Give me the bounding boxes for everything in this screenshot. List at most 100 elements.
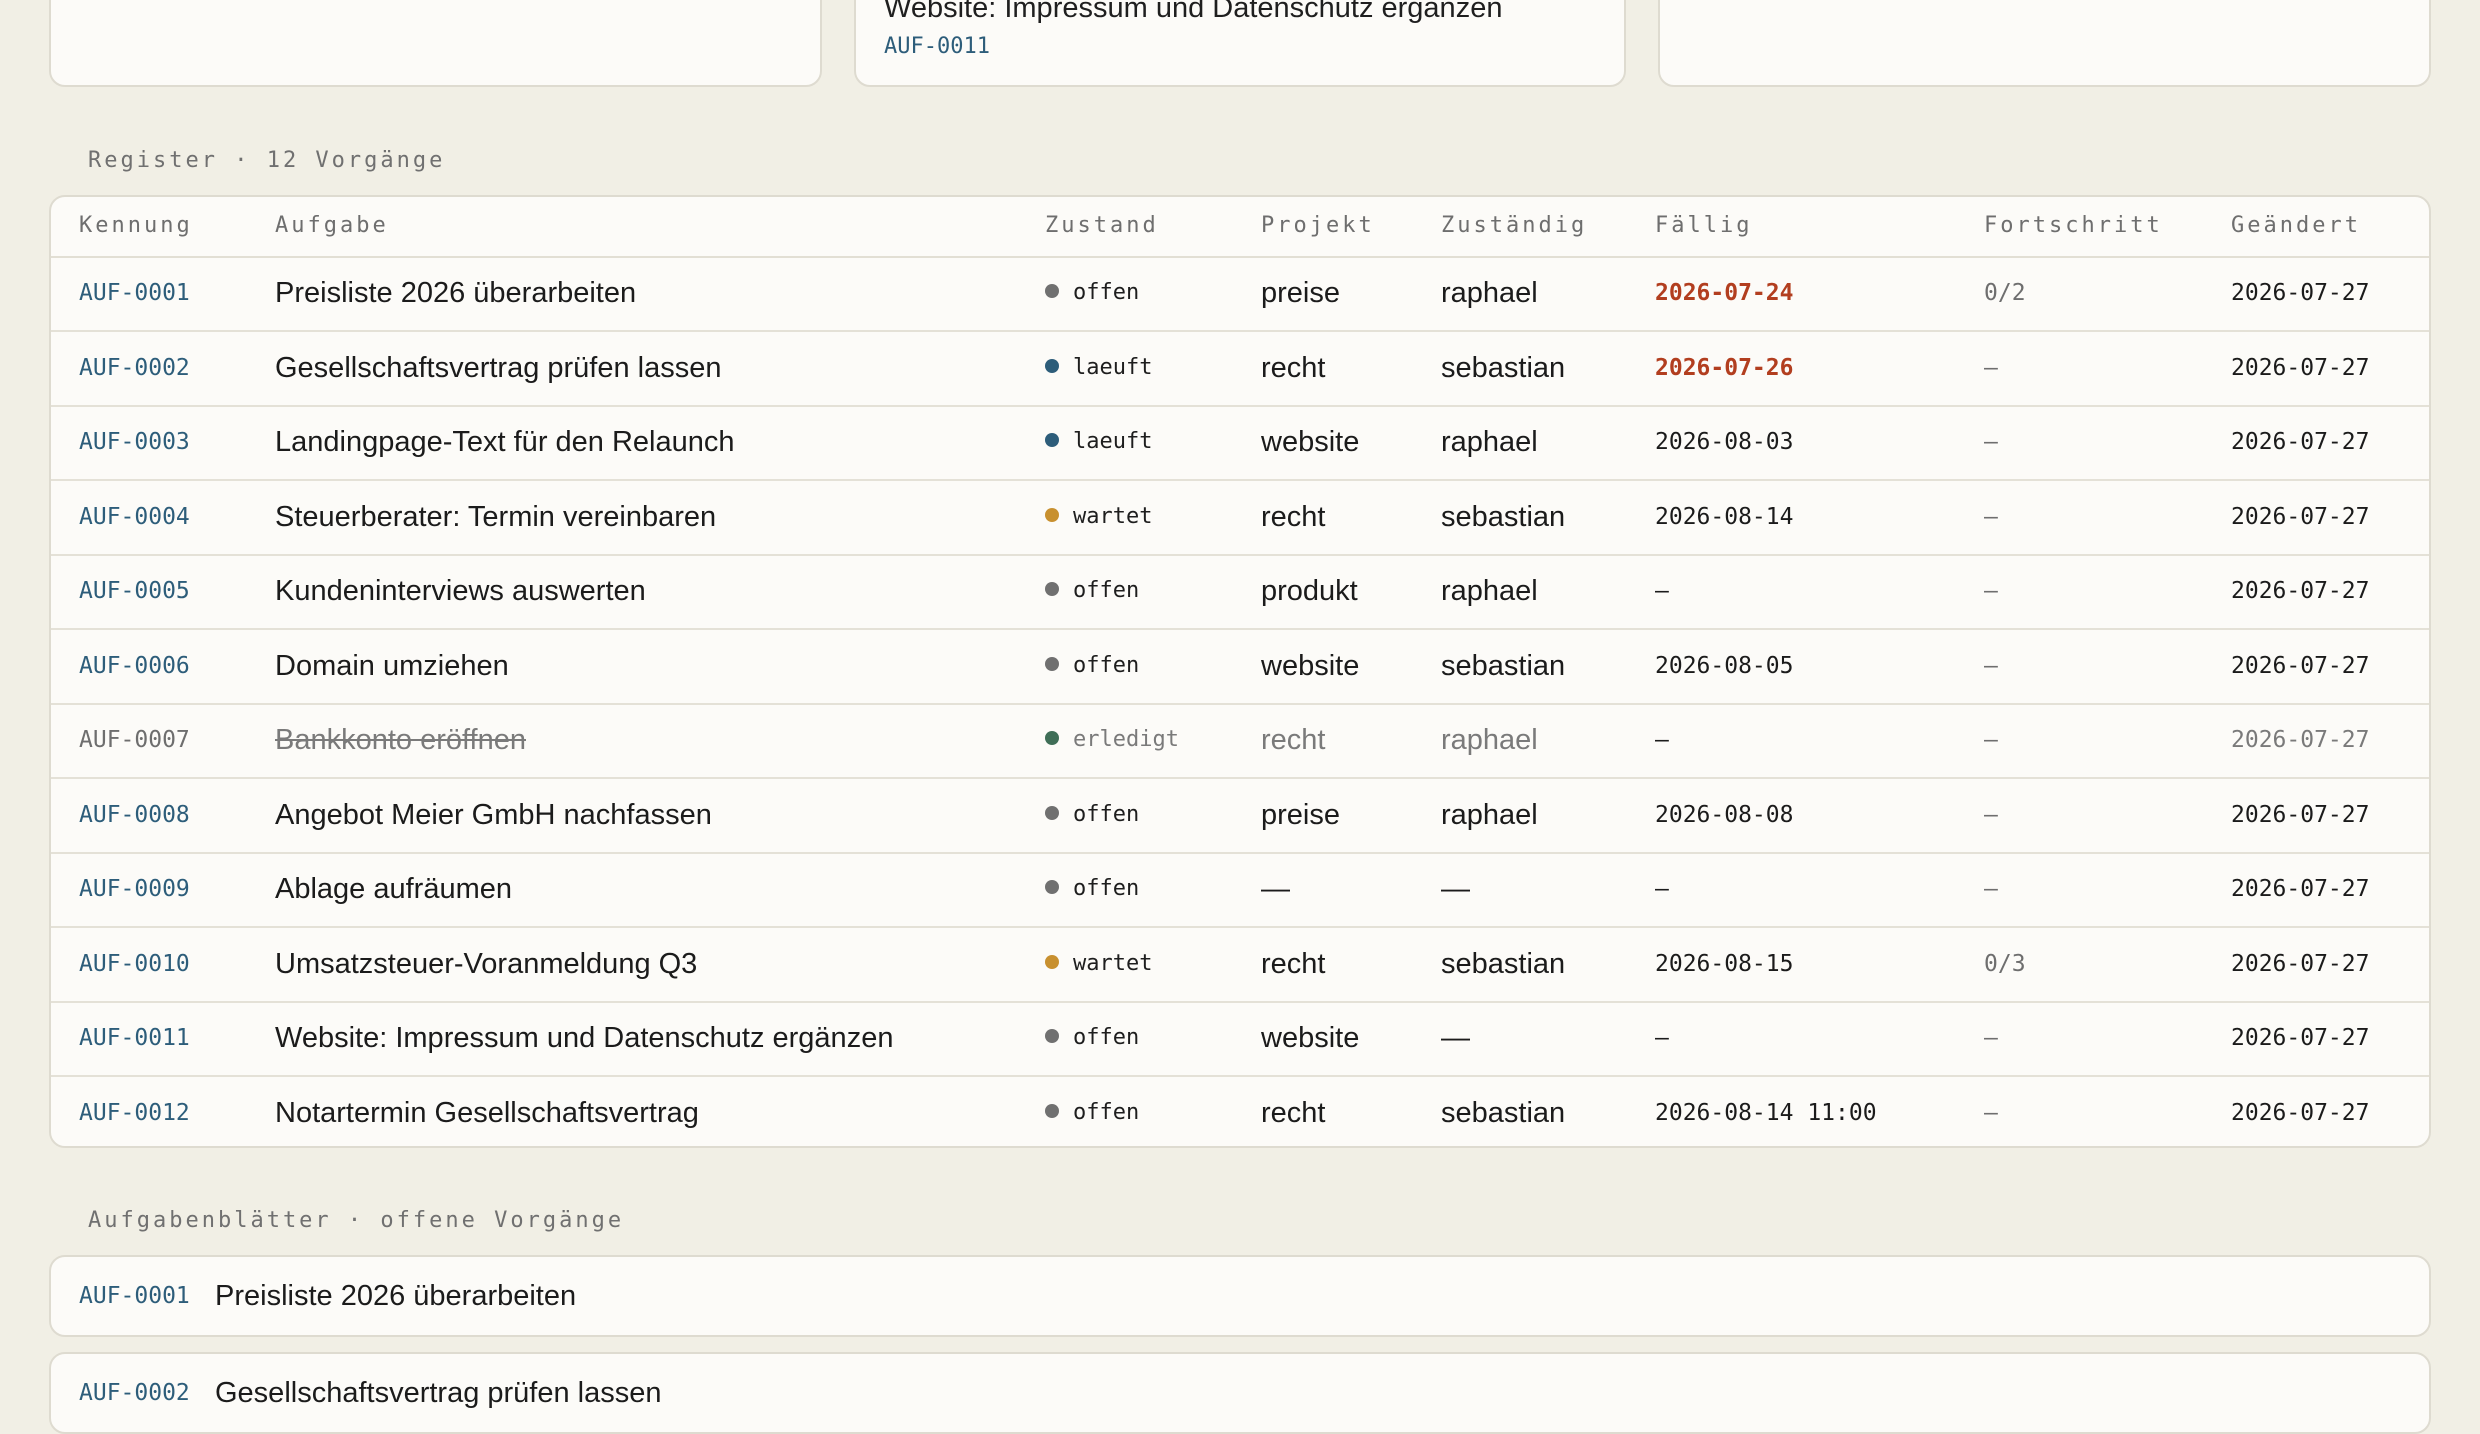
status-badge: offen (1045, 778, 1139, 852)
due-date: 2026-07-26 (1655, 354, 1794, 381)
status-dot-icon (1045, 656, 1059, 671)
task-card-id[interactable]: AUF-0011 (884, 34, 990, 59)
status-label: offen (1073, 1099, 1140, 1125)
table-row[interactable]: AUF-0002 Gesellschaftsvertrag prüfen lass… (51, 331, 2429, 407)
task-id-link[interactable]: AUF-0008 (79, 778, 190, 852)
status-dot-icon (1045, 1029, 1059, 1043)
status-dot-icon (1045, 954, 1059, 969)
table-row[interactable]: AUF-0007 Bankkonto eröffnen erledigt recht r… (51, 703, 2429, 779)
task-title[interactable]: Preisliste 2026 überarbeiten (275, 256, 636, 330)
status-label: offen (1073, 578, 1140, 603)
task-id-link[interactable]: AUF-0007 (79, 703, 190, 777)
status-badge: offen (1045, 1076, 1140, 1147)
column-header-aufgabe[interactable]: Aufgabe (275, 213, 389, 238)
due-date: 2026-08-03 (1655, 429, 1794, 455)
project-cell: website (1261, 649, 1360, 682)
task-id-link[interactable]: AUF-0004 (79, 480, 190, 554)
progress-cell: 0/2 (1984, 280, 2026, 306)
changed-date: 2026-07-27 (2231, 578, 2370, 604)
owner-cell: sebastian (1441, 351, 1566, 384)
due-date: 2026-07-24 (1655, 280, 1794, 306)
table-row[interactable]: AUF-0006 Domain umziehen offen website sebas… (51, 629, 2429, 705)
status-badge: offen (1045, 554, 1139, 628)
task-title[interactable]: Angebot Meier GmbH nachfassen (275, 778, 712, 852)
status-label: offen (1073, 876, 1140, 901)
task-title[interactable]: Website: Impressum und Datenschutz ergän… (275, 1001, 893, 1075)
task-title[interactable]: Landingpage-Text für den Relaunch (275, 405, 735, 479)
status-dot-icon (1045, 582, 1059, 596)
column-header-kennung[interactable]: Kennung (79, 213, 193, 238)
task-id-link[interactable]: AUF-0009 (79, 852, 190, 926)
owner-cell: sebastian (1441, 947, 1566, 980)
column-header-zustaendig[interactable]: Zuständig (1441, 213, 1587, 238)
project-cell: recht (1261, 1096, 1326, 1129)
task-title[interactable]: Steuerberater: Termin vereinbaren (275, 480, 716, 554)
task-card[interactable] (49, 0, 822, 87)
table-row[interactable]: AUF-0010 Umsatzsteuer-Voranmeldung Q3 wart… (51, 927, 2429, 1003)
table-row[interactable]: AUF-0001 Preisliste 2026 überarbeiten offe… (51, 256, 2429, 332)
project-cell: preise (1261, 277, 1340, 309)
owner-cell: sebastian (1441, 500, 1566, 533)
project-cell: recht (1261, 500, 1326, 533)
status-label: laeuft (1073, 429, 1153, 454)
task-id-link[interactable]: AUF-0010 (79, 927, 190, 1001)
column-header-zustand[interactable]: Zustand (1045, 213, 1159, 238)
status-badge: erledigt (1045, 703, 1179, 777)
progress-cell: — (1984, 1025, 1998, 1051)
task-id-link[interactable]: AUF-0001 (79, 256, 190, 330)
task-title[interactable]: Gesellschaftsvertrag prüfen lassen (275, 331, 722, 405)
task-id-link[interactable]: AUF-0011 (79, 1001, 190, 1075)
owner-cell: raphael (1441, 798, 1538, 831)
due-date: 2026-08-14 11:00 (1655, 1099, 1877, 1126)
project-cell: preise (1261, 798, 1340, 831)
task-sheet[interactable]: AUF-0002 Gesellschaftsvertrag prüfen las… (49, 1352, 2431, 1434)
task-id-link[interactable]: AUF-0005 (79, 554, 190, 628)
task-id-link[interactable]: AUF-0006 (79, 629, 190, 703)
table-row[interactable]: AUF-0012 Notartermin Gesellschaftsvertrag… (51, 1076, 2429, 1147)
changed-date: 2026-07-27 (2231, 876, 2370, 902)
table-row[interactable]: AUF-0005 Kundeninterviews auswerten offen p… (51, 554, 2429, 630)
task-title[interactable]: Bankkonto eröffnen (275, 703, 526, 777)
project-cell: recht (1261, 724, 1326, 756)
task-card-title: Website: Impressum und Datenschutz ergän… (884, 0, 1503, 24)
task-card[interactable]: Website: Impressum und Datenschutz ergän… (854, 0, 1626, 87)
task-id-link[interactable]: AUF-0002 (79, 331, 190, 405)
table-row[interactable]: AUF-0011 Website: Impressum und Datenschu… (51, 1001, 2429, 1077)
project-cell: recht (1261, 947, 1326, 980)
column-header-projekt[interactable]: Projekt (1261, 213, 1375, 238)
task-title[interactable]: Ablage aufräumen (275, 852, 512, 926)
table-row[interactable]: AUF-0003 Landingpage-Text für den Relaunc… (51, 405, 2429, 481)
task-title[interactable]: Domain umziehen (275, 629, 509, 703)
status-label: erledigt (1073, 727, 1179, 752)
project-cell: — (1261, 873, 1290, 905)
progress-cell: — (1984, 429, 1998, 455)
progress-cell: — (1984, 876, 1998, 902)
register-section-label: Register · 12 Vorgänge (88, 148, 446, 173)
status-badge: wartet (1045, 480, 1152, 554)
task-card[interactable] (1658, 0, 2431, 87)
status-dot-icon (1045, 880, 1059, 894)
task-title[interactable]: Umsatzsteuer-Voranmeldung Q3 (275, 927, 697, 1001)
changed-date: 2026-07-27 (2231, 1099, 2370, 1126)
table-row[interactable]: AUF-0004 Steuerberater: Termin vereinbare… (51, 480, 2429, 556)
task-id-link[interactable]: AUF-0003 (79, 405, 190, 479)
changed-date: 2026-07-27 (2231, 801, 2370, 828)
status-dot-icon (1045, 284, 1059, 298)
task-id-link[interactable]: AUF-0012 (79, 1076, 190, 1147)
changed-date: 2026-07-27 (2231, 280, 2370, 306)
task-sheet[interactable]: AUF-0001 Preisliste 2026 überarbeiten (49, 1255, 2431, 1337)
progress-cell: — (1984, 578, 1998, 604)
status-badge: laeuft (1045, 331, 1152, 405)
table-row[interactable]: AUF-0008 Angebot Meier GmbH nachfassen off… (51, 778, 2429, 854)
task-sheet-id[interactable]: AUF-0001 (79, 1257, 190, 1335)
column-header-fortschritt[interactable]: Fortschritt (1984, 213, 2163, 238)
owner-cell: raphael (1441, 575, 1538, 607)
column-header-faellig[interactable]: Fällig (1655, 213, 1752, 238)
task-sheet-id[interactable]: AUF-0002 (79, 1354, 190, 1432)
table-row[interactable]: AUF-0009 Ablage aufräumen offen — — — — 2026-07… (51, 852, 2429, 928)
owner-cell: — (1441, 873, 1470, 905)
task-title[interactable]: Notartermin Gesellschaftsvertrag (275, 1076, 699, 1147)
task-title[interactable]: Kundeninterviews auswerten (275, 554, 646, 628)
changed-date: 2026-07-27 (2231, 503, 2370, 530)
column-header-geaendert[interactable]: Geändert (2231, 213, 2361, 238)
